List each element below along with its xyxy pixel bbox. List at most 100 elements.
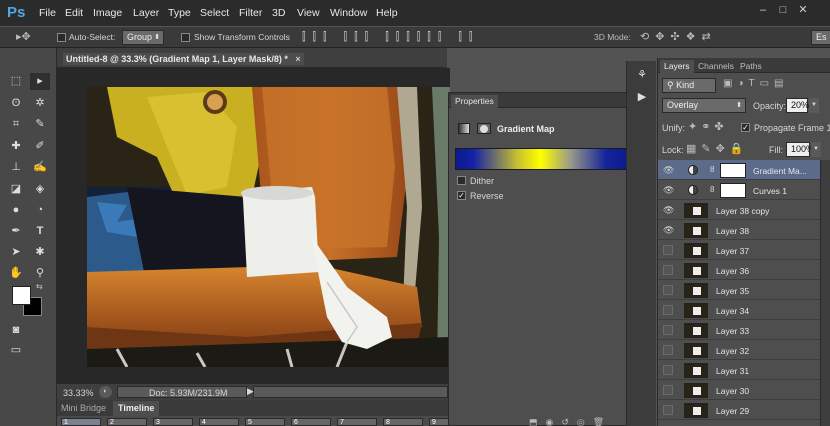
reverse-checkbox[interactable]: ✓ xyxy=(457,191,466,200)
zoom-level[interactable]: 33.33% xyxy=(63,388,94,398)
tab-mini-bridge[interactable]: Mini Bridge xyxy=(61,403,106,413)
layer-row[interactable]: 👁 8 Gradient Ma... xyxy=(658,160,830,180)
tab-paths[interactable]: Paths xyxy=(736,60,766,73)
history-brush-icon[interactable]: ✍ xyxy=(30,159,50,176)
auto-select-dropdown[interactable]: Group ⬍ xyxy=(122,30,164,45)
menu-edit[interactable]: Edit xyxy=(65,7,83,19)
paint-bucket-icon[interactable]: ◈ xyxy=(30,181,50,198)
transform-controls-checkbox[interactable] xyxy=(181,33,190,42)
screen-mode-icon[interactable]: ▭ xyxy=(6,342,26,359)
auto-select-checkbox[interactable] xyxy=(57,33,66,42)
blur-tool-icon[interactable]: ● xyxy=(6,202,26,219)
horizontal-scrollbar[interactable] xyxy=(253,386,448,398)
eye-icon[interactable]: 👁 xyxy=(663,185,674,195)
eye-icon[interactable]: 👁 xyxy=(663,165,674,175)
opacity-arrow-icon[interactable]: ▼ xyxy=(809,98,819,113)
layer-row[interactable]: 👁 Layer 38 copy xyxy=(658,200,830,220)
visibility-toggle[interactable] xyxy=(663,245,673,255)
align-icons[interactable]: ⫿⫿⫿ ⫿⫿⫿ ⫿⫿⫿⫿⫿⫿ ⫿⫿ xyxy=(302,30,479,44)
visibility-toggle[interactable] xyxy=(663,285,673,295)
menu-layer[interactable]: Layer xyxy=(133,7,159,19)
timeline-frame[interactable]: 2 xyxy=(107,418,147,426)
tab-properties[interactable]: Properties xyxy=(451,95,498,108)
layer-mask-thumbnail[interactable] xyxy=(720,163,746,178)
visibility-toggle[interactable] xyxy=(663,345,673,355)
layer-row[interactable]: Layer 34 xyxy=(658,300,830,320)
layer-row[interactable]: 👁 Layer 38 xyxy=(658,220,830,240)
link-icon[interactable]: 8 xyxy=(710,165,714,174)
menu-view[interactable]: View xyxy=(297,7,320,19)
menu-select[interactable]: Select xyxy=(200,7,229,19)
visibility-toggle[interactable] xyxy=(663,265,673,275)
layer-mask-thumbnail[interactable] xyxy=(720,183,746,198)
link-icon[interactable]: 8 xyxy=(710,185,714,194)
close-tab-icon[interactable]: × xyxy=(295,54,300,64)
brush-tool-icon[interactable]: ✐ xyxy=(30,138,50,155)
opacity-input[interactable]: 20% xyxy=(786,98,809,113)
tab-layers[interactable]: Layers xyxy=(660,60,694,73)
timeline-frame[interactable]: 7 xyxy=(337,418,377,426)
crop-tool-icon[interactable]: ⌗ xyxy=(6,116,26,133)
maximize-icon[interactable]: □ xyxy=(776,3,790,17)
close-icon[interactable]: ✕ xyxy=(796,3,810,17)
fill-input[interactable]: 100% xyxy=(786,142,814,157)
visibility-toggle[interactable] xyxy=(663,405,673,415)
layer-row[interactable]: Layer 35 xyxy=(658,280,830,300)
properties-footer-icons[interactable]: ⬒◉↺◎🗑 xyxy=(529,415,612,426)
tab-timeline[interactable]: Timeline xyxy=(113,401,160,416)
dodge-tool-icon[interactable]: ◔ xyxy=(30,202,50,219)
eraser-tool-icon[interactable]: ◪ xyxy=(6,181,26,198)
visibility-toggle[interactable] xyxy=(663,305,673,315)
layer-row[interactable]: Layer 37 xyxy=(658,240,830,260)
gradient-preview[interactable] xyxy=(455,148,633,170)
eyedropper-icon[interactable]: ✎ xyxy=(30,116,50,133)
visibility-toggle[interactable] xyxy=(663,325,673,335)
fill-arrow-icon[interactable]: ▼ xyxy=(811,142,821,157)
timeline-frame[interactable]: 5 xyxy=(245,418,285,426)
3d-mode-icons[interactable]: ⟲✥✣❖⇄ xyxy=(640,30,717,44)
layer-mask-icon[interactable] xyxy=(477,123,491,134)
layer-row[interactable]: Layer 32 xyxy=(658,340,830,360)
eye-icon[interactable]: 👁 xyxy=(663,225,674,235)
menu-help[interactable]: Help xyxy=(376,7,398,19)
doc-info-icon[interactable]: ◐ xyxy=(99,386,112,398)
workspace-dropdown[interactable]: Es xyxy=(811,30,830,45)
type-tool-icon[interactable]: T xyxy=(30,223,50,240)
zoom-tool-icon[interactable]: ⚲ xyxy=(30,265,50,282)
dither-checkbox[interactable] xyxy=(457,176,466,185)
visibility-toggle[interactable] xyxy=(663,365,673,375)
timeline-frame[interactable]: 1 xyxy=(61,418,101,426)
visibility-toggle[interactable] xyxy=(663,385,673,395)
quick-mask-icon[interactable]: ◙ xyxy=(6,322,26,339)
layer-filter-icons[interactable]: ▣◑T▭▤ xyxy=(723,77,789,91)
layers-scrollbar[interactable] xyxy=(820,160,830,426)
timeline-frame[interactable]: 8 xyxy=(383,418,423,426)
menu-window[interactable]: Window xyxy=(330,7,367,19)
menu-3d[interactable]: 3D xyxy=(272,7,285,19)
timeline-frame[interactable]: 6 xyxy=(291,418,331,426)
lasso-tool-icon[interactable]: ʘ xyxy=(6,95,26,112)
timeline-frame[interactable]: 4 xyxy=(199,418,239,426)
swap-colors-icon[interactable]: ⇆ xyxy=(36,282,43,291)
unify-icons[interactable]: ✦⚭✤ xyxy=(688,120,728,134)
foreground-color-swatch[interactable] xyxy=(12,286,31,305)
hand-tool-icon[interactable]: ✋ xyxy=(6,265,26,282)
history-icon[interactable]: ⚘ xyxy=(632,67,652,84)
move-tool-icon[interactable]: ▸✥ xyxy=(16,30,31,44)
menu-file[interactable]: File xyxy=(39,7,56,19)
clone-stamp-icon[interactable]: ⊥ xyxy=(6,159,26,176)
pen-tool-icon[interactable]: ✒ xyxy=(6,223,26,240)
actions-icon[interactable]: ▶ xyxy=(632,89,652,106)
layer-row[interactable]: Layer 29 xyxy=(658,400,830,420)
document-tab[interactable]: Untitled-8 @ 33.3% (Gradient Map 1, Laye… xyxy=(63,53,304,65)
canvas-area[interactable] xyxy=(57,68,450,383)
healing-brush-icon[interactable]: ✚ xyxy=(6,138,26,155)
layer-row[interactable]: 👁 8 Curves 1 xyxy=(658,180,830,200)
shape-tool-icon[interactable]: ✱ xyxy=(30,244,50,261)
timeline-frame[interactable]: 9 xyxy=(429,418,449,426)
photo-canvas[interactable] xyxy=(87,87,450,367)
magic-wand-icon[interactable]: ✲ xyxy=(30,95,50,112)
timeline-frame[interactable]: 3 xyxy=(153,418,193,426)
menu-image[interactable]: Image xyxy=(93,7,122,19)
menu-filter[interactable]: Filter xyxy=(239,7,262,19)
